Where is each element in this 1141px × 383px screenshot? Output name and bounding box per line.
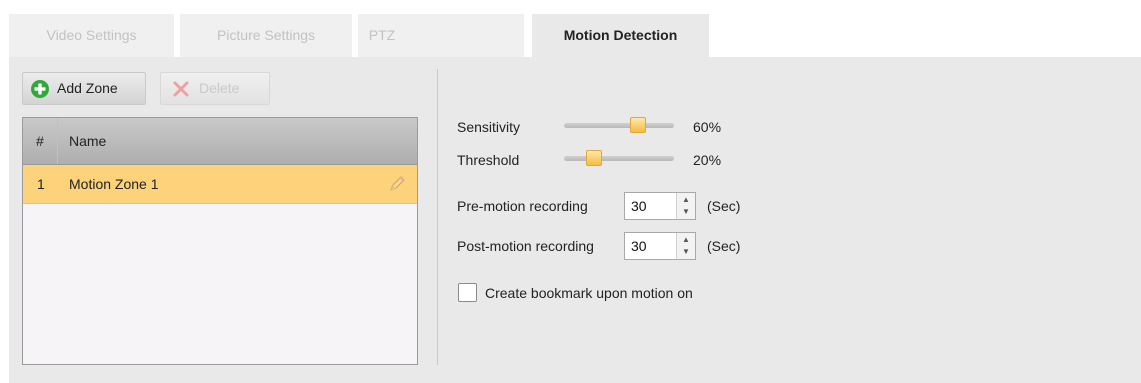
tab-motion-detection[interactable]: Motion Detection (532, 14, 709, 57)
panel-divider (437, 69, 438, 365)
row-name: Motion Zone 1 (69, 176, 159, 192)
threshold-value: 20% (693, 152, 722, 168)
bookmark-label: Create bookmark upon motion on (485, 285, 693, 301)
sensitivity-slider-thumb[interactable] (630, 117, 646, 133)
table-header: # Name (23, 118, 417, 165)
column-header-name: Name (69, 133, 107, 149)
tab-ptz[interactable]: PTZ (358, 14, 406, 57)
spin-up-icon[interactable]: ▲ (681, 194, 691, 206)
add-zone-label: Add Zone (57, 80, 118, 96)
post-motion-stepper[interactable]: 30 ▲ ▼ (624, 232, 696, 260)
pre-motion-value: 30 (631, 198, 647, 214)
pre-motion-label: Pre-motion recording (457, 198, 588, 214)
post-motion-spin-buttons[interactable]: ▲ ▼ (676, 233, 695, 259)
post-motion-value: 30 (631, 238, 647, 254)
table-row[interactable]: 1 Motion Zone 1 (23, 165, 417, 204)
post-motion-label: Post-motion recording (457, 238, 594, 254)
tab-picture-settings[interactable]: Picture Settings (180, 14, 352, 57)
bookmark-checkbox[interactable] (458, 283, 477, 302)
column-header-index: # (36, 133, 44, 149)
tab-spacer (406, 14, 524, 57)
spin-down-icon[interactable]: ▼ (681, 246, 691, 258)
post-motion-unit: (Sec) (707, 238, 741, 254)
tab-video-settings[interactable]: Video Settings (9, 14, 174, 57)
motion-detection-panel: Add Zone Delete # Name 1 Motion Zone 1 S… (9, 57, 1141, 383)
add-icon (31, 80, 49, 98)
delete-button[interactable]: Delete (160, 72, 270, 105)
threshold-label: Threshold (457, 152, 520, 168)
pre-motion-stepper[interactable]: 30 ▲ ▼ (624, 192, 696, 220)
sensitivity-value: 60% (693, 119, 722, 135)
column-divider (57, 118, 58, 164)
add-zone-button[interactable]: Add Zone (22, 72, 146, 105)
sensitivity-label: Sensitivity (457, 119, 521, 135)
sensitivity-slider[interactable] (564, 123, 674, 128)
row-index: 1 (37, 176, 45, 192)
spin-up-icon[interactable]: ▲ (681, 234, 691, 246)
pre-motion-spin-buttons[interactable]: ▲ ▼ (676, 193, 695, 219)
pencil-icon[interactable] (387, 174, 407, 194)
threshold-slider-thumb[interactable] (586, 150, 602, 166)
spin-down-icon[interactable]: ▼ (681, 206, 691, 218)
threshold-slider[interactable] (564, 156, 674, 161)
tab-bar: Video Settings Picture Settings PTZ Moti… (0, 0, 1141, 57)
delete-icon (173, 81, 189, 97)
pre-motion-unit: (Sec) (707, 198, 741, 214)
delete-label: Delete (199, 80, 240, 96)
zones-table: # Name 1 Motion Zone 1 (22, 117, 418, 365)
